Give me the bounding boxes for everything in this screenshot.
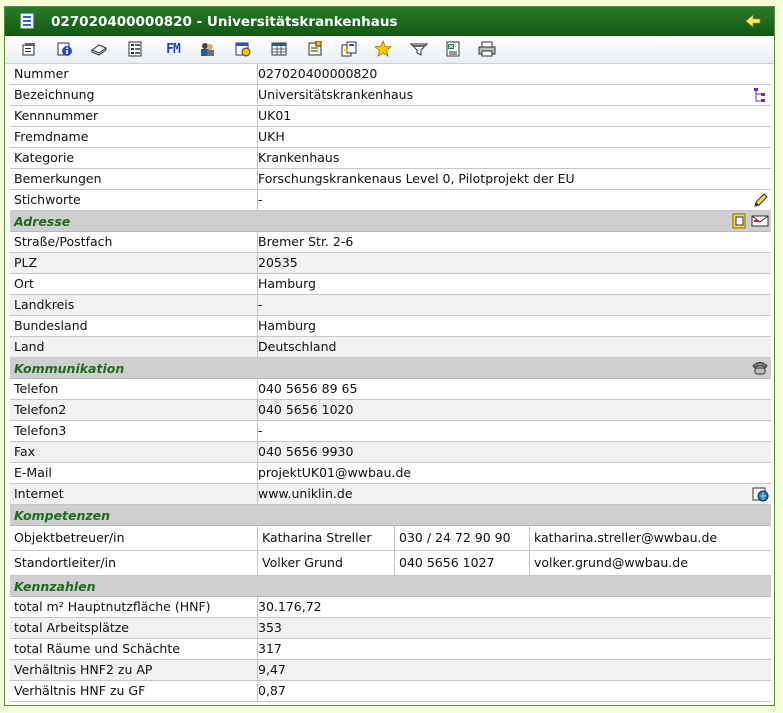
row-internet: Internet www.uniklin.de — [10, 484, 771, 505]
row-fremdname: Fremdname UKH — [10, 127, 771, 148]
row-hnf2-ap: Verhältnis HNF2 zu AP 9,47 — [10, 660, 771, 681]
row-land: Land Deutschland — [10, 337, 771, 358]
row-strasse: Straße/Postfach Bremer Str. 2-6 — [10, 232, 771, 253]
users-icon[interactable] — [197, 40, 217, 58]
row-arbeitsplaetze: total Arbeitsplätze 353 — [10, 618, 771, 639]
website-link[interactable]: www.uniklin.de — [258, 484, 747, 504]
fm-button[interactable]: FM — [161, 40, 185, 58]
eraser-icon[interactable] — [89, 40, 109, 58]
toolbar: FM — [5, 36, 774, 64]
row-telefon3: Telefon3- — [10, 421, 771, 442]
section-kennzahlen: Kennzahlen — [10, 576, 771, 597]
row-fax: Fax 040 5656 9930 — [10, 442, 771, 463]
row-standortleiter: Standortleiter/in Volker Grund 040 5656 … — [10, 551, 771, 576]
title-bar: 027020400000820 - Universitätskrankenhau… — [5, 7, 774, 36]
list-icon[interactable] — [125, 40, 145, 58]
info-icon[interactable] — [55, 40, 75, 58]
section-kompetenzen: Kompetenzen — [10, 505, 771, 526]
row-landkreis: Landkreis - — [10, 295, 771, 316]
window-title: 027020400000820 - Universitätskrankenhau… — [51, 14, 398, 30]
properties-icon[interactable] — [19, 40, 39, 58]
row-telefon: Telefon 040 5656 89 65 — [10, 379, 771, 400]
row-email: E-Mail projektUK01@wwbau.de — [10, 463, 771, 484]
row-raeume: total Räume und Schächte 317 — [10, 639, 771, 660]
contact-email-link[interactable]: katharina.streller@wwbau.de — [530, 526, 770, 550]
object-detail-window: 027020400000820 - Universitätskrankenhau… — [4, 6, 775, 706]
row-telefon2: Telefon2 040 5656 1020 — [10, 400, 771, 421]
row-kennnummer: Kennnummer UK01 — [10, 106, 771, 127]
row-stichworte: Stichworte - — [10, 190, 771, 211]
contact-phone: 030 / 24 72 90 90 — [395, 526, 530, 550]
open-website-icon[interactable] — [752, 486, 769, 502]
section-kommunikation: Kommunikation — [10, 358, 771, 379]
table-icon[interactable] — [269, 40, 289, 58]
notes-icon[interactable] — [305, 40, 325, 58]
phone-icon[interactable] — [751, 360, 769, 376]
row-hnf-total: total m² Hauptnutzfläche (HNF) 30.176,72 — [10, 597, 771, 618]
print-icon[interactable] — [477, 40, 497, 58]
contact-name: Volker Grund — [258, 551, 395, 575]
edit-pencil-icon[interactable] — [752, 192, 769, 208]
row-ort: Ort Hamburg — [10, 274, 771, 295]
contact-name: Katharina Streller — [258, 526, 395, 550]
detail-grid: Nummer 027020400000820 Bezeichnung Univers… — [10, 64, 771, 702]
section-adresse: Adresse — [10, 211, 771, 232]
excel-export-icon[interactable] — [443, 40, 463, 58]
row-objektbetreuer: Objektbetreuer/in Katharina Streller 030… — [10, 526, 771, 551]
documents-icon[interactable] — [339, 40, 359, 58]
email-link[interactable]: projektUK01@wwbau.de — [258, 463, 747, 483]
row-bezeichnung: Bezeichnung Universitätskrankenhaus — [10, 85, 771, 106]
row-hnf-gf: Verhältnis HNF zu GF 0,87 — [10, 681, 771, 702]
row-kategorie: Kategorie Krankenhaus — [10, 148, 771, 169]
row-bemerkungen: Bemerkungen Forschungskrankenaus Level 0,… — [10, 169, 771, 190]
favorite-star-icon[interactable] — [373, 40, 393, 58]
back-arrow-icon[interactable] — [744, 12, 762, 30]
contact-email-link[interactable]: volker.grund@wwbau.de — [530, 551, 770, 575]
row-nummer: Nummer 027020400000820 — [10, 64, 771, 85]
building-list-icon — [19, 13, 35, 29]
hierarchy-tree-icon[interactable] — [752, 87, 769, 103]
calendar-icon[interactable] — [233, 40, 253, 58]
filter-icon[interactable] — [409, 40, 429, 58]
contact-phone: 040 5656 1027 — [395, 551, 530, 575]
row-bundesland: Bundesland Hamburg — [10, 316, 771, 337]
row-plz: PLZ 20535 — [10, 253, 771, 274]
envelope-icon[interactable] — [751, 213, 769, 229]
address-book-icon[interactable] — [731, 213, 749, 229]
